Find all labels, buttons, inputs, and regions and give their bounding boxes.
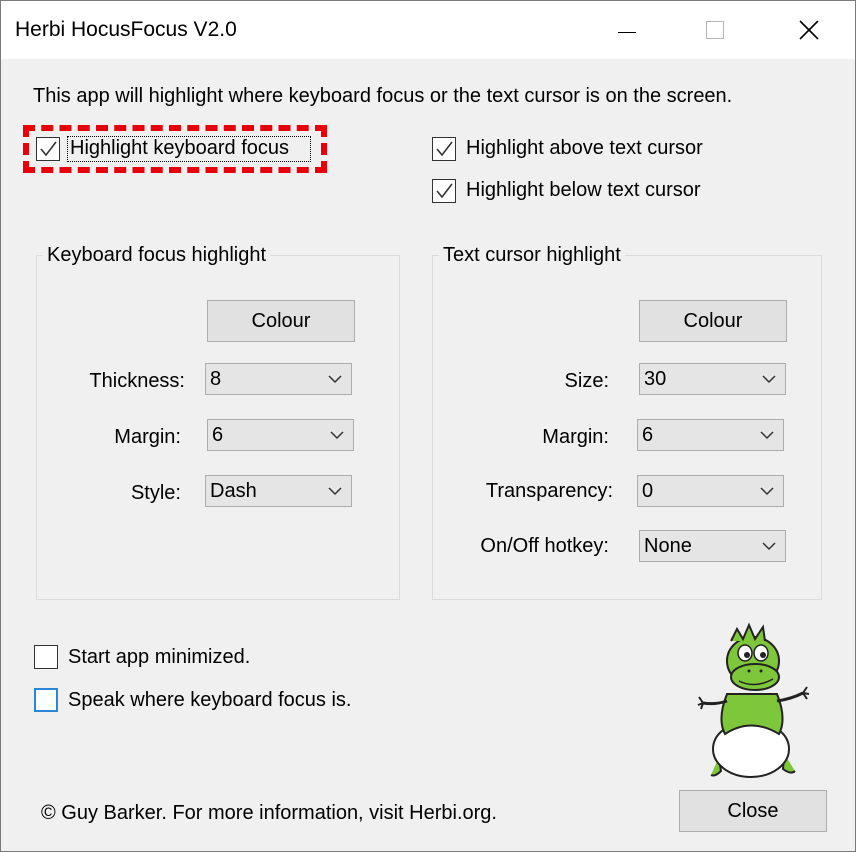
speak-focus-label[interactable]: Speak where keyboard focus is. [68,689,352,712]
hotkey-value: None [644,535,692,557]
transparency-select[interactable]: 0 [637,475,784,507]
checkmark-icon [436,141,453,157]
highlight-above-text-cursor-label[interactable]: Highlight above text cursor [466,137,703,160]
hotkey-select[interactable]: None [639,530,786,562]
chevron-down-icon [330,431,344,440]
close-window-button[interactable] [763,1,855,59]
highlight-below-text-cursor-label[interactable]: Highlight below text cursor [466,179,701,202]
checkmark-icon [40,141,57,157]
close-button[interactable]: Close [679,790,827,832]
speak-focus-checkbox[interactable] [34,688,58,712]
text-margin-value: 6 [642,424,654,446]
thickness-value: 8 [210,368,222,390]
intro-text: This app will highlight where keyboard f… [33,85,733,107]
minimize-icon [618,31,636,33]
maximize-button [669,1,761,59]
thickness-select[interactable]: 8 [205,363,352,395]
keyboard-focus-group-legend: Keyboard focus highlight [43,244,271,267]
text-cursor-group-legend: Text cursor highlight [439,244,625,267]
app-window: Herbi HocusFocus V2.0 This app will high… [0,0,856,852]
chevron-down-icon [328,375,342,384]
highlight-below-text-cursor-checkbox[interactable] [432,179,456,203]
chevron-down-icon [762,542,776,551]
highlight-keyboard-focus-label[interactable]: Highlight keyboard focus [70,137,289,160]
keyboard-margin-label: Margin: [114,426,181,448]
window-title: Herbi HocusFocus V2.0 [15,18,237,41]
style-label: Style: [130,482,181,504]
checkmark-icon [436,183,453,199]
hotkey-label: On/Off hotkey: [480,535,609,557]
size-label: Size: [564,370,609,392]
transparency-label: Transparency: [485,480,613,502]
highlight-above-text-cursor-checkbox[interactable] [432,137,456,161]
herbi-mascot [697,622,810,778]
transparency-value: 0 [642,480,654,502]
style-select[interactable]: Dash [205,475,352,507]
text-cursor-colour-button[interactable]: Colour [639,300,787,342]
start-minimized-label[interactable]: Start app minimized. [68,646,250,669]
size-value: 30 [644,368,667,390]
chevron-down-icon [760,431,774,440]
text-margin-select[interactable]: 6 [637,419,784,451]
chevron-down-icon [762,375,776,384]
start-minimized-checkbox[interactable] [34,645,58,669]
minimize-button[interactable] [581,1,673,59]
thickness-label: Thickness: [89,370,185,392]
chevron-down-icon [328,487,342,496]
dialog-body: This app will highlight where keyboard f… [1,59,855,851]
copyright-text: © Guy Barker. For more information, visi… [41,802,497,824]
maximize-icon [706,21,724,39]
style-value: Dash [210,480,257,502]
keyboard-margin-select[interactable]: 6 [207,419,354,451]
keyboard-margin-value: 6 [212,424,224,446]
close-icon [799,20,819,40]
text-margin-label: Margin: [542,426,609,448]
highlight-keyboard-focus-checkbox[interactable] [36,137,60,161]
title-bar[interactable]: Herbi HocusFocus V2.0 [1,1,855,59]
chevron-down-icon [760,487,774,496]
size-select[interactable]: 30 [639,363,786,395]
keyboard-colour-button[interactable]: Colour [207,300,355,342]
